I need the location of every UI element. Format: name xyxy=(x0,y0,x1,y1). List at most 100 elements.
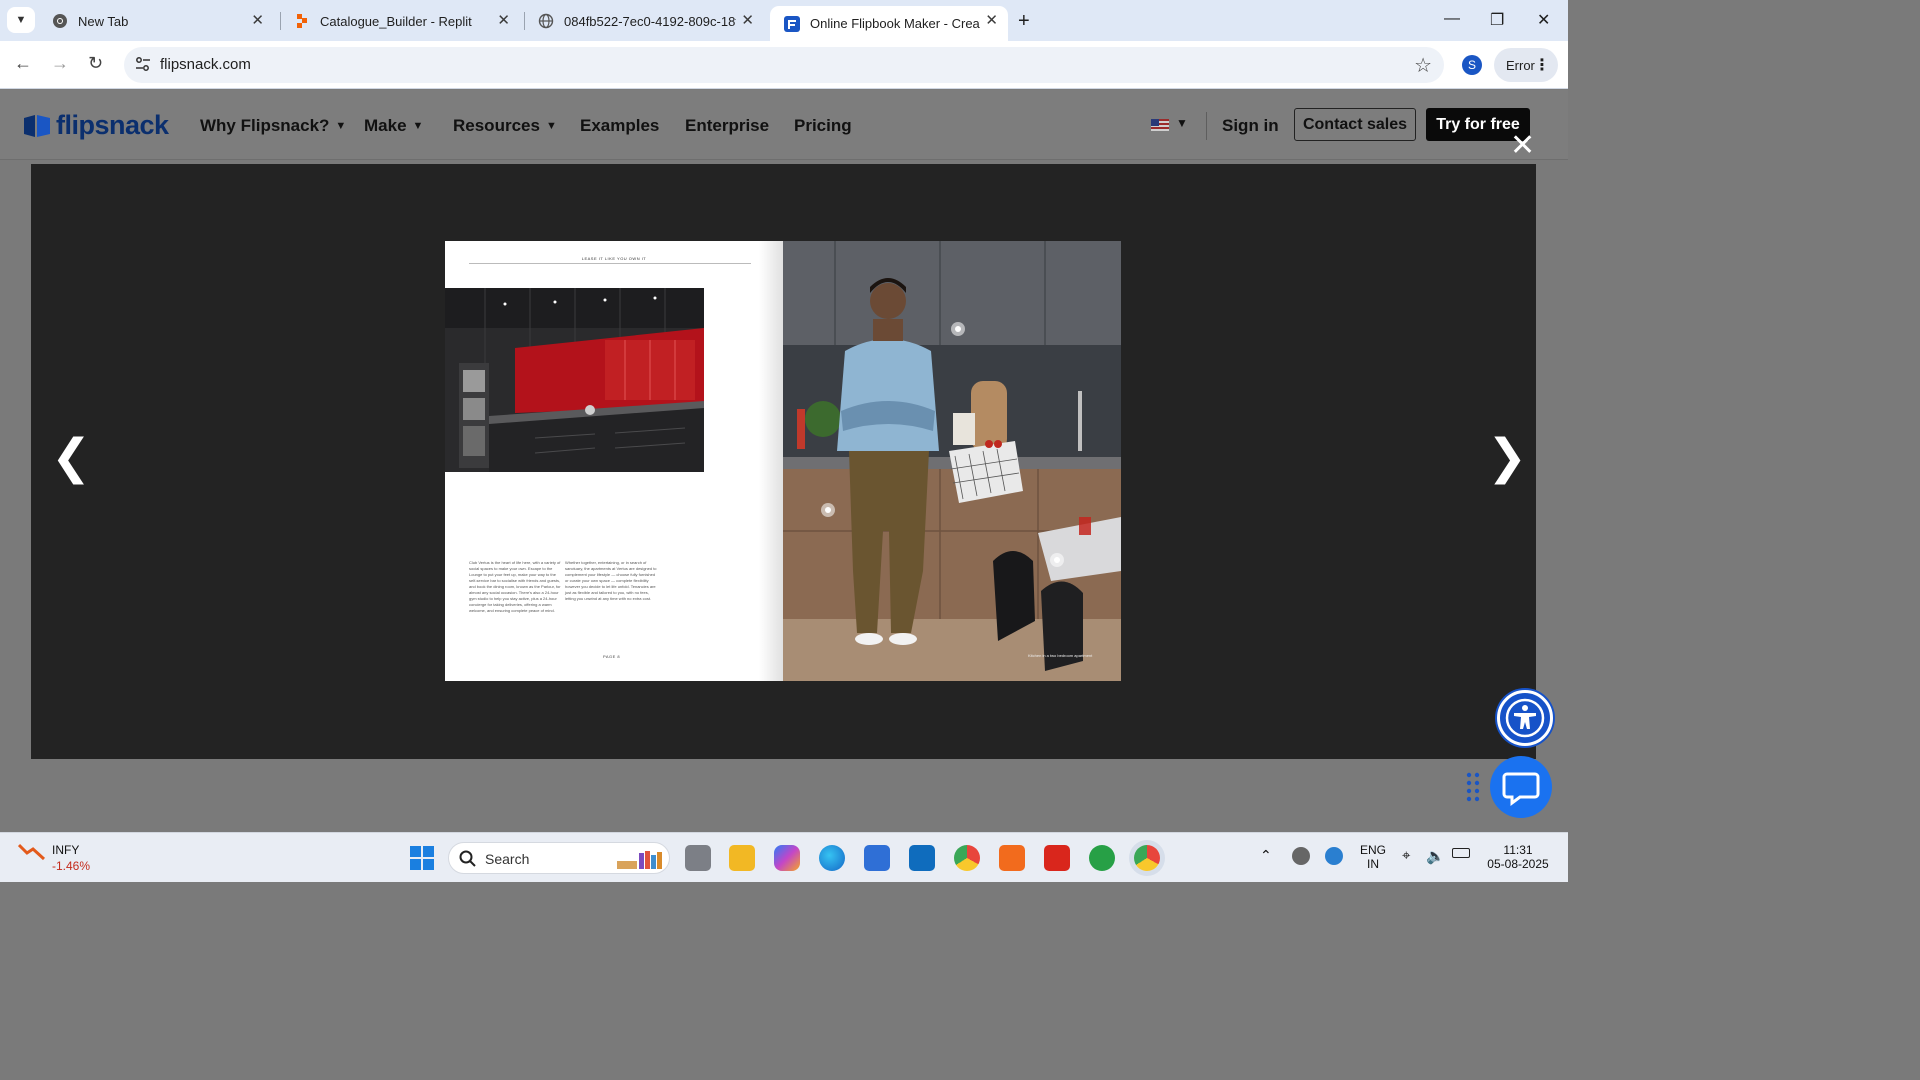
accessibility-button[interactable] xyxy=(1497,690,1553,746)
edge-icon[interactable] xyxy=(819,845,845,871)
chat-button[interactable] xyxy=(1490,756,1552,818)
hotspot-marker[interactable] xyxy=(1050,553,1064,567)
time: 11:31 xyxy=(1503,843,1533,857)
chevron-down-icon: ▼ xyxy=(335,120,347,132)
page-number: PAGE 8 xyxy=(603,654,621,659)
divider xyxy=(469,263,751,264)
profile-avatar[interactable]: S xyxy=(1462,55,1482,75)
clock[interactable]: 11:31 05-08-2025 xyxy=(1484,843,1552,871)
wifi-icon[interactable]: ⌖ xyxy=(1402,847,1410,864)
chrome-icon[interactable] xyxy=(954,845,980,871)
outlook-icon[interactable] xyxy=(909,845,935,871)
flipsnack-favicon-icon xyxy=(784,15,800,32)
us-flag-icon[interactable] xyxy=(1151,119,1169,131)
tab-uuid[interactable]: 084fb522-7ec0-4192-809c-18ff ✕ xyxy=(524,6,764,36)
chat-bubble-icon xyxy=(1502,772,1540,806)
running-head: LEASE IT LIKE YOU OWN IT xyxy=(581,256,647,261)
restore-icon[interactable]: ❐ xyxy=(1490,10,1504,30)
header-divider xyxy=(1206,112,1207,140)
red-kitchen-photo xyxy=(445,288,704,472)
copilot-icon[interactable] xyxy=(774,845,800,871)
nav-label: Examples xyxy=(580,116,660,135)
chrome-profile-icon[interactable] xyxy=(1134,845,1160,871)
flipsnack-logo[interactable]: flipsnack xyxy=(24,110,169,141)
nav-examples[interactable]: Examples xyxy=(580,116,659,136)
xampp-icon[interactable] xyxy=(999,845,1025,871)
file-explorer-icon[interactable] xyxy=(729,845,755,871)
previous-page-arrow-icon[interactable]: ❮ xyxy=(51,434,91,482)
language-indicator[interactable]: ENG IN xyxy=(1360,843,1386,871)
tab-search-button[interactable]: ▼ xyxy=(7,7,35,33)
windows-start-icon[interactable] xyxy=(410,846,434,870)
forward-arrow-icon[interactable]: → xyxy=(51,53,69,74)
bookmark-star-icon[interactable]: ☆ xyxy=(1414,53,1432,78)
stock-trend-icon xyxy=(17,843,46,861)
more-menu-icon[interactable]: ⋮ xyxy=(1534,55,1550,75)
chevron-down-icon: ▼ xyxy=(412,120,424,132)
windows-taskbar: INFY -1.46% Search ⌃ ENG IN ⌖ 🔈 11:31 05… xyxy=(0,832,1568,882)
tray-overflow-chevron-icon[interactable]: ⌃ xyxy=(1260,847,1272,864)
microsoft-store-icon[interactable] xyxy=(864,845,890,871)
sync-icon[interactable] xyxy=(1325,847,1343,865)
flipbook-viewer: ❮ ❯ LEASE IT LIKE YOU OWN IT Club Vertus… xyxy=(31,164,1536,759)
stock-symbol: INFY xyxy=(52,843,80,857)
browser-tab-strip: ▼ New Tab ✕ Catalogue_Builder - Replit ✕… xyxy=(0,0,1568,41)
hotspot-marker[interactable] xyxy=(951,322,965,336)
url-text: flipsnack.com xyxy=(160,56,251,73)
chrome-icon xyxy=(52,13,68,29)
date: 05-08-2025 xyxy=(1487,857,1549,871)
drag-handle-icon[interactable] xyxy=(1466,772,1480,802)
site-settings-icon[interactable] xyxy=(134,55,152,78)
close-tab-icon[interactable]: ✕ xyxy=(741,13,754,29)
close-window-icon[interactable]: ✕ xyxy=(1537,10,1550,30)
left-page[interactable]: LEASE IT LIKE YOU OWN IT Club Vertus is … xyxy=(445,241,783,681)
chat-app-icon[interactable] xyxy=(1089,845,1115,871)
close-tab-icon[interactable]: ✕ xyxy=(251,13,264,29)
search-icon xyxy=(459,850,476,867)
new-tab-plus-icon[interactable]: + xyxy=(1018,10,1030,33)
flipbook-spread[interactable]: LEASE IT LIKE YOU OWN IT Club Vertus is … xyxy=(445,241,1121,681)
tab-new-tab[interactable]: New Tab ✕ xyxy=(38,6,274,36)
sign-in-link[interactable]: Sign in xyxy=(1222,116,1279,136)
nav-make[interactable]: Make ▼ xyxy=(364,116,423,136)
stock-widget[interactable]: INFY -1.46% xyxy=(17,841,90,873)
taskbar-search[interactable]: Search xyxy=(448,842,670,874)
nav-enterprise[interactable]: Enterprise xyxy=(685,116,769,136)
minimize-icon[interactable]: — xyxy=(1444,10,1460,28)
nav-why-flipsnack[interactable]: Why Flipsnack? ▼ xyxy=(200,116,346,136)
body-text-column-2: Whether together, entertaining, or in se… xyxy=(565,560,657,601)
contact-sales-button[interactable]: Contact sales xyxy=(1294,108,1416,141)
chevron-down-icon[interactable]: ▼ xyxy=(1176,116,1188,130)
back-arrow-icon[interactable]: ← xyxy=(14,53,32,74)
tab-flipsnack[interactable]: Online Flipbook Maker - Create ✕ xyxy=(770,6,1008,41)
close-tab-icon[interactable]: ✕ xyxy=(497,13,510,29)
hotspot-marker[interactable] xyxy=(821,503,835,517)
flipsnack-logo-icon xyxy=(24,114,50,137)
tab-title: Catalogue_Builder - Replit xyxy=(320,13,472,29)
page-gutter-shadow xyxy=(759,241,783,681)
battery-icon[interactable] xyxy=(1452,848,1470,858)
language-line-2: IN xyxy=(1367,857,1379,871)
volume-icon[interactable]: 🔈 xyxy=(1426,847,1445,865)
globe-icon xyxy=(538,13,554,29)
browser-toolbar: ← → ↻ flipsnack.com ☆ S Error ⋮ xyxy=(0,41,1568,89)
nav-resources[interactable]: Resources ▼ xyxy=(453,116,557,136)
man-in-kitchen-photo xyxy=(783,241,1121,681)
onedrive-icon[interactable] xyxy=(1292,847,1310,865)
close-tab-icon[interactable]: ✕ xyxy=(985,13,998,29)
error-label: Error xyxy=(1506,57,1535,73)
wps-office-icon[interactable] xyxy=(1044,845,1070,871)
chevron-down-icon: ▼ xyxy=(545,120,557,132)
next-page-arrow-icon[interactable]: ❯ xyxy=(1487,434,1527,482)
language-line-1: ENG xyxy=(1360,843,1387,857)
reload-icon[interactable]: ↻ xyxy=(88,53,103,74)
tab-replit[interactable]: Catalogue_Builder - Replit ✕ xyxy=(280,6,520,36)
replit-icon xyxy=(294,13,310,29)
error-chip[interactable]: Error ⋮ xyxy=(1494,48,1558,82)
tab-title: New Tab xyxy=(78,13,129,29)
nav-pricing[interactable]: Pricing xyxy=(794,116,852,136)
right-page[interactable]: Kitchen in a two bedroom apartment xyxy=(783,241,1121,681)
modal-close-icon[interactable]: ✕ xyxy=(1510,131,1535,161)
task-view-icon[interactable] xyxy=(685,845,711,871)
address-bar[interactable]: flipsnack.com ☆ xyxy=(124,47,1444,83)
